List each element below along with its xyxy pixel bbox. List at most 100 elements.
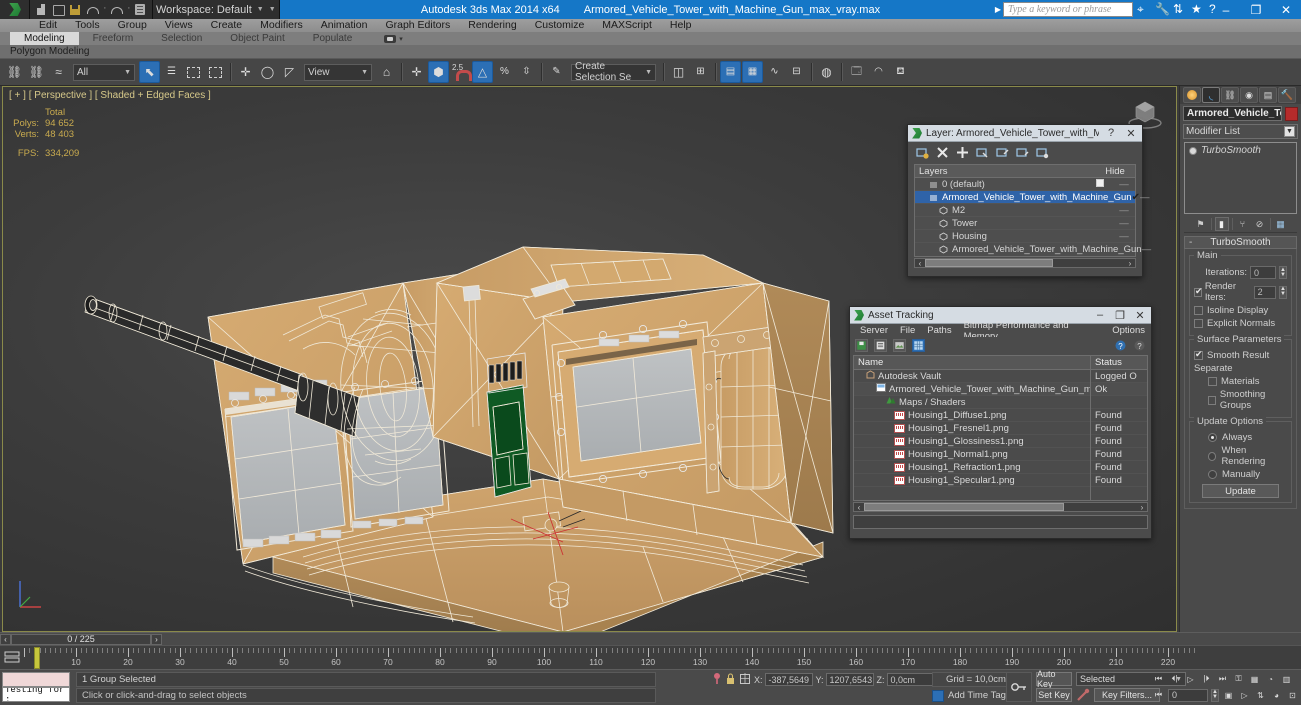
binoculars-icon[interactable]: ⌖: [1135, 2, 1151, 17]
rendered-frame-window-icon[interactable]: ◠: [868, 61, 889, 83]
align-icon[interactable]: ⊞: [690, 61, 711, 83]
menu-item-paths[interactable]: Paths: [921, 325, 957, 336]
menu-item-modifiers[interactable]: Modifiers: [251, 19, 312, 32]
when-rendering-radio[interactable]: [1208, 451, 1217, 461]
selection-lock-icon[interactable]: [725, 672, 736, 688]
scroll-right-arrow-icon[interactable]: ›: [1125, 259, 1135, 268]
tab-modeling[interactable]: Modeling: [10, 32, 79, 45]
go-to-start-secondary-icon[interactable]: ⏮: [1152, 689, 1165, 702]
maximize-button[interactable]: ❐: [1241, 0, 1271, 19]
field-isoline-display[interactable]: Isoline Display: [1194, 305, 1287, 316]
add-to-layer-icon[interactable]: [1016, 146, 1029, 159]
unlink-selection-icon[interactable]: ⛓: [26, 61, 47, 83]
isolate-selection-icon[interactable]: [712, 672, 722, 688]
explicit-normals-checkbox[interactable]: [1194, 319, 1203, 328]
search-input[interactable]: Type a keyword or phrase: [1003, 2, 1133, 17]
current-frame-input[interactable]: 0: [1168, 688, 1208, 702]
walk-through-icon[interactable]: ◕: [1270, 689, 1283, 702]
redo-icon[interactable]: [109, 2, 124, 17]
asset-row[interactable]: Housing1_Diffuse1.png Found: [854, 408, 1147, 422]
set-key-big-button[interactable]: [1076, 688, 1090, 702]
asset-tracking-close-button[interactable]: ✕: [1132, 309, 1148, 322]
bind-to-space-warp-icon[interactable]: ≈: [48, 61, 69, 83]
save-file-icon[interactable]: [68, 2, 83, 17]
field-smoothing-groups[interactable]: Smoothing Groups: [1194, 389, 1287, 411]
material-editor-icon[interactable]: ◍: [816, 61, 837, 83]
pin-stack-icon[interactable]: ⚑: [1194, 217, 1208, 231]
reference-coordinate-combo[interactable]: View ▼: [304, 63, 372, 81]
time-slider-handle[interactable]: [34, 647, 40, 669]
maximize-viewport-icon[interactable]: ▥: [1280, 673, 1293, 686]
radio-always[interactable]: Always: [1194, 432, 1287, 443]
scroll-left-arrow-icon[interactable]: ‹: [915, 259, 925, 268]
layer-horizontal-scrollbar[interactable]: ‹ ›: [914, 258, 1136, 268]
menu-item-create[interactable]: Create: [202, 19, 252, 32]
layer-explorer-icon[interactable]: ▤: [720, 61, 741, 83]
field-of-view-icon[interactable]: ◔: [1264, 673, 1277, 686]
field-materials[interactable]: Materials: [1194, 376, 1287, 387]
smoothing-groups-checkbox[interactable]: [1208, 395, 1216, 405]
add-time-tag[interactable]: Add Time Tag: [932, 688, 1006, 703]
help-secondary-icon[interactable]: ?: [1133, 339, 1146, 352]
select-and-move-icon[interactable]: ✛: [235, 61, 256, 83]
layer-dialog-close-button[interactable]: ✕: [1123, 127, 1139, 140]
menu-item-file[interactable]: File: [894, 325, 921, 336]
layer-row[interactable]: Armored_Vehicle_Tower_with_Machine_Gun —: [915, 243, 1151, 256]
always-radio[interactable]: [1208, 433, 1217, 442]
asset-row[interactable]: Autodesk Vault Logged O: [854, 369, 1147, 383]
named-selection-sets-combo[interactable]: Create Selection Se ▼: [571, 61, 656, 83]
layer-hide-cell[interactable]: ✔: [1132, 192, 1140, 203]
modifier-stack-item[interactable]: TurboSmooth: [1186, 144, 1295, 157]
snaps-toggle-icon[interactable]: ⬢: [428, 61, 449, 83]
tab-freeform[interactable]: Freeform: [79, 32, 148, 45]
use-pivot-point-center-icon[interactable]: ⌂: [376, 61, 397, 83]
schematic-view-icon[interactable]: ⊟: [786, 61, 807, 83]
set-current-layer-icon[interactable]: [996, 146, 1009, 159]
prev-frame-button[interactable]: ‹: [0, 633, 11, 645]
application-menu-button[interactable]: [0, 0, 30, 19]
scroll-left-arrow-icon[interactable]: ‹: [854, 503, 864, 512]
make-unique-icon[interactable]: ⑂: [1236, 217, 1250, 231]
zoom-extents-all-icon[interactable]: ▦: [1248, 673, 1261, 686]
menu-item-animation[interactable]: Animation: [312, 19, 377, 32]
viewport-label[interactable]: [ + ] [ Perspective ] [ Shaded + Edged F…: [9, 90, 211, 101]
mirror-icon[interactable]: ◫: [668, 61, 689, 83]
key-mode-toggle[interactable]: [1006, 672, 1032, 702]
object-color-swatch[interactable]: [1285, 106, 1298, 121]
manually-radio[interactable]: [1208, 470, 1217, 479]
thumbnail-view-icon[interactable]: [893, 339, 906, 352]
render-iters-checkbox[interactable]: [1194, 286, 1202, 297]
refresh-icon[interactable]: [855, 339, 868, 352]
menu-item-edit[interactable]: Edit: [30, 19, 66, 32]
absolute-relative-mode-icon[interactable]: [739, 672, 751, 688]
menu-item-tools[interactable]: Tools: [66, 19, 109, 32]
select-and-manipulate-icon[interactable]: ✛: [406, 61, 427, 83]
star-icon[interactable]: ★: [1189, 2, 1205, 17]
delete-layer-icon[interactable]: [936, 146, 949, 159]
coord-x[interactable]: X: -387,5649: [754, 673, 813, 686]
asset-row[interactable]: Maps / Shaders: [854, 395, 1147, 409]
key-filters-button[interactable]: Key Filters...: [1094, 688, 1160, 702]
configure-modifier-sets-icon[interactable]: ▦: [1274, 217, 1288, 231]
smooth-result-checkbox[interactable]: [1194, 349, 1203, 360]
asset-row[interactable]: Housing1_Normal1.png Found: [854, 447, 1147, 461]
angle-snap-toggle-icon[interactable]: △: [472, 61, 493, 83]
next-frame-button[interactable]: ›: [151, 633, 162, 645]
grid-view-icon[interactable]: [912, 339, 925, 352]
help-question-icon[interactable]: ?: [1114, 339, 1127, 352]
select-and-rotate-icon[interactable]: ◯: [257, 61, 278, 83]
tab-create[interactable]: [1183, 87, 1201, 103]
current-frame-spinner[interactable]: ▲ ▼: [1211, 688, 1219, 702]
asset-tracking-dialog[interactable]: Asset Tracking – ❐ ✕ Server File Paths B…: [849, 306, 1152, 539]
layer-dialog-help-button[interactable]: ?: [1103, 127, 1119, 139]
coord-y[interactable]: Y: 1207,6543: [816, 673, 874, 686]
timeline-ruler[interactable]: 10 20 30 40 50 60 70 80 90 100 110 120 130 140 150 160 1…: [24, 646, 1195, 669]
menu-item-group[interactable]: Group: [109, 19, 156, 32]
tab-populate[interactable]: Populate: [299, 32, 366, 45]
scroll-thumb[interactable]: [864, 503, 1064, 511]
maxscript-mini-listener-input[interactable]: Testing for ;: [2, 687, 70, 702]
next-frame-button[interactable]: |⏵: [1200, 673, 1213, 686]
modifier-list-combo[interactable]: Modifier List ▼: [1183, 124, 1298, 139]
key-mode-toggle-icon[interactable]: ⚿: [1232, 673, 1245, 686]
asset-horizontal-scrollbar[interactable]: ‹ ›: [853, 502, 1148, 512]
